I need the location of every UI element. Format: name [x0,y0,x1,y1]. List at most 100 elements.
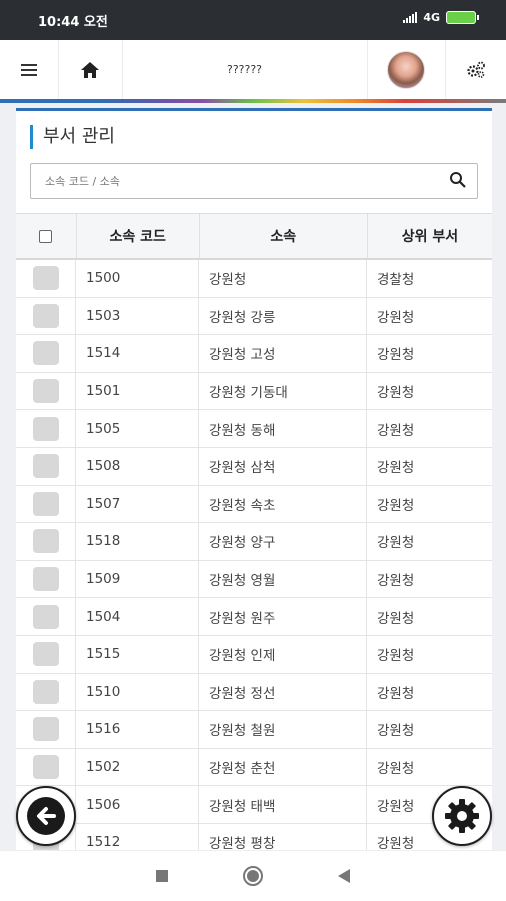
cell-code: 1512 [76,823,199,853]
settings-button[interactable] [445,40,506,99]
row-checkbox[interactable] [32,642,59,667]
row-checkbox[interactable] [32,454,59,479]
recent-apps-button[interactable] [142,851,182,901]
cell-name: 강원청 속초 [199,485,367,523]
menu-button[interactable] [0,40,59,99]
panel-title: 부서 관리 [30,125,115,149]
back-nav-button[interactable] [324,851,364,901]
row-checkbox[interactable] [32,567,59,592]
cell-parent: 경찰청 [377,272,415,289]
cell-parent: 강원청 [377,610,415,627]
header-name[interactable]: 소속 [200,214,368,258]
row-checkbox[interactable] [32,604,59,629]
settings-fab[interactable] [432,786,492,846]
signal-icon [403,12,418,23]
profile-button[interactable] [367,40,446,99]
row-checkbox-cell [16,372,76,410]
cell-name: 강원청 평창 [199,823,367,853]
search-icon[interactable] [449,171,467,189]
search-input[interactable] [43,164,427,198]
table-row[interactable]: 1515 강원청 인제 강원청 [16,635,492,674]
row-checkbox[interactable] [32,755,59,780]
row-checkbox[interactable] [32,717,59,742]
cell-parent: 강원청 [377,535,415,552]
status-icons: 4G [403,11,479,24]
row-checkbox[interactable] [32,491,59,516]
table-row[interactable]: 1516 강원청 철원 강원청 [16,711,492,749]
cell-code: 1504 [76,598,199,635]
row-checkbox-cell [16,560,76,598]
cell-name: 강원청 고성 [199,335,367,372]
cell-name: 강원청 태백 [199,786,367,823]
home-nav-button[interactable] [233,851,273,901]
cell-parent: 강원청 [377,422,415,439]
table-row[interactable]: 1504 강원청 원주 강원청 [16,598,492,636]
cell-name: 강원청 [199,260,367,297]
cell-code: 1508 [76,447,199,485]
row-checkbox-cell [16,410,76,447]
table-row[interactable]: 1507 강원청 속초 강원청 [16,485,492,524]
recent-apps-icon [156,870,168,882]
cell-name: 강원청 영월 [199,560,367,598]
cell-parent: 강원청 [377,761,415,778]
header-parent[interactable]: 상위 부서 [368,214,492,258]
table-row[interactable]: 1514 강원청 고성 강원청 [16,335,492,373]
cell-parent: 강원청 [377,723,415,740]
cell-parent: 강원청 [377,573,415,590]
select-all-cell [16,214,77,258]
table-header: 소속 코드 소속 상위 부서 [16,213,492,260]
header-code[interactable]: 소속 코드 [77,214,200,258]
row-checkbox[interactable] [32,379,59,404]
department-panel: 부서 관리 소속 코드 소속 상위 부서 1500강원청경찰청1503강원청 강… [16,108,492,853]
row-checkbox[interactable] [32,529,59,554]
menu-icon [21,63,37,76]
row-checkbox-cell [16,297,76,335]
back-fab[interactable] [16,786,76,846]
cell-parent: 강원청 [377,497,415,514]
cell-parent: 강원청 [377,385,415,402]
row-checkbox-cell [16,485,76,523]
row-checkbox-cell [16,635,76,673]
cell-code: 1515 [76,635,199,673]
cell-name: 강원청 인제 [199,635,367,673]
cell-name: 강원청 삼척 [199,447,367,485]
cell-name: 강원청 춘천 [199,748,367,786]
row-checkbox[interactable] [32,679,59,704]
row-checkbox[interactable] [32,341,59,366]
cell-code: 1509 [76,560,199,598]
table-row[interactable]: 1510 강원청 정선 강원청 [16,673,492,712]
cell-code: 1502 [76,748,199,786]
table-row[interactable]: 1518 강원청 양구 강원청 [16,523,492,561]
row-checkbox[interactable] [32,303,59,328]
table-row[interactable]: 1506 강원청 태백 강원청 [16,786,492,824]
status-time: 10:44 오전 [38,15,108,30]
cell-name: 강원청 원주 [199,598,367,635]
cell-name: 강원청 동해 [199,410,367,447]
row-checkbox-cell [16,598,76,635]
row-checkbox-cell [16,260,76,297]
cell-code: 1518 [76,523,199,560]
table-row[interactable]: 1505 강원청 동해 강원청 [16,410,492,448]
home-button[interactable] [58,40,123,99]
table-row[interactable]: 1509 강원청 영월 강원청 [16,560,492,599]
department-table: 소속 코드 소속 상위 부서 1500 강원청 경찰청 1503 강원청 강릉 강원청 15… [16,213,492,853]
home-circle-icon [243,866,263,886]
table-body: 1500 강원청 경찰청 1503 강원청 강릉 강원청 1514 강원청 고성 강원청 1501… [16,260,492,853]
cell-code: 1500 [76,260,199,297]
table-row[interactable]: 1502 강원청 춘천 강원청 [16,748,492,787]
table-row[interactable]: 1500 강원청 경찰청 [16,260,492,298]
row-checkbox[interactable] [32,266,59,291]
table-row[interactable]: 1503 강원청 강릉 강원청 [16,297,492,336]
cell-parent: 강원청 [377,460,415,477]
row-checkbox[interactable] [32,416,59,441]
table-row[interactable]: 1512 강원청 평창 강원청 [16,823,492,853]
table-row[interactable]: 1501 강원청 기동대 강원청 [16,372,492,411]
back-triangle-icon [338,869,350,883]
table-row[interactable]: 1508 강원청 삼척 강원청 [16,447,492,486]
home-icon [81,61,99,78]
cell-name: 강원청 기동대 [199,372,367,410]
cell-code: 1507 [76,485,199,523]
select-all-checkbox[interactable] [39,229,53,243]
cell-code: 1510 [76,673,199,711]
battery-icon [446,11,479,24]
